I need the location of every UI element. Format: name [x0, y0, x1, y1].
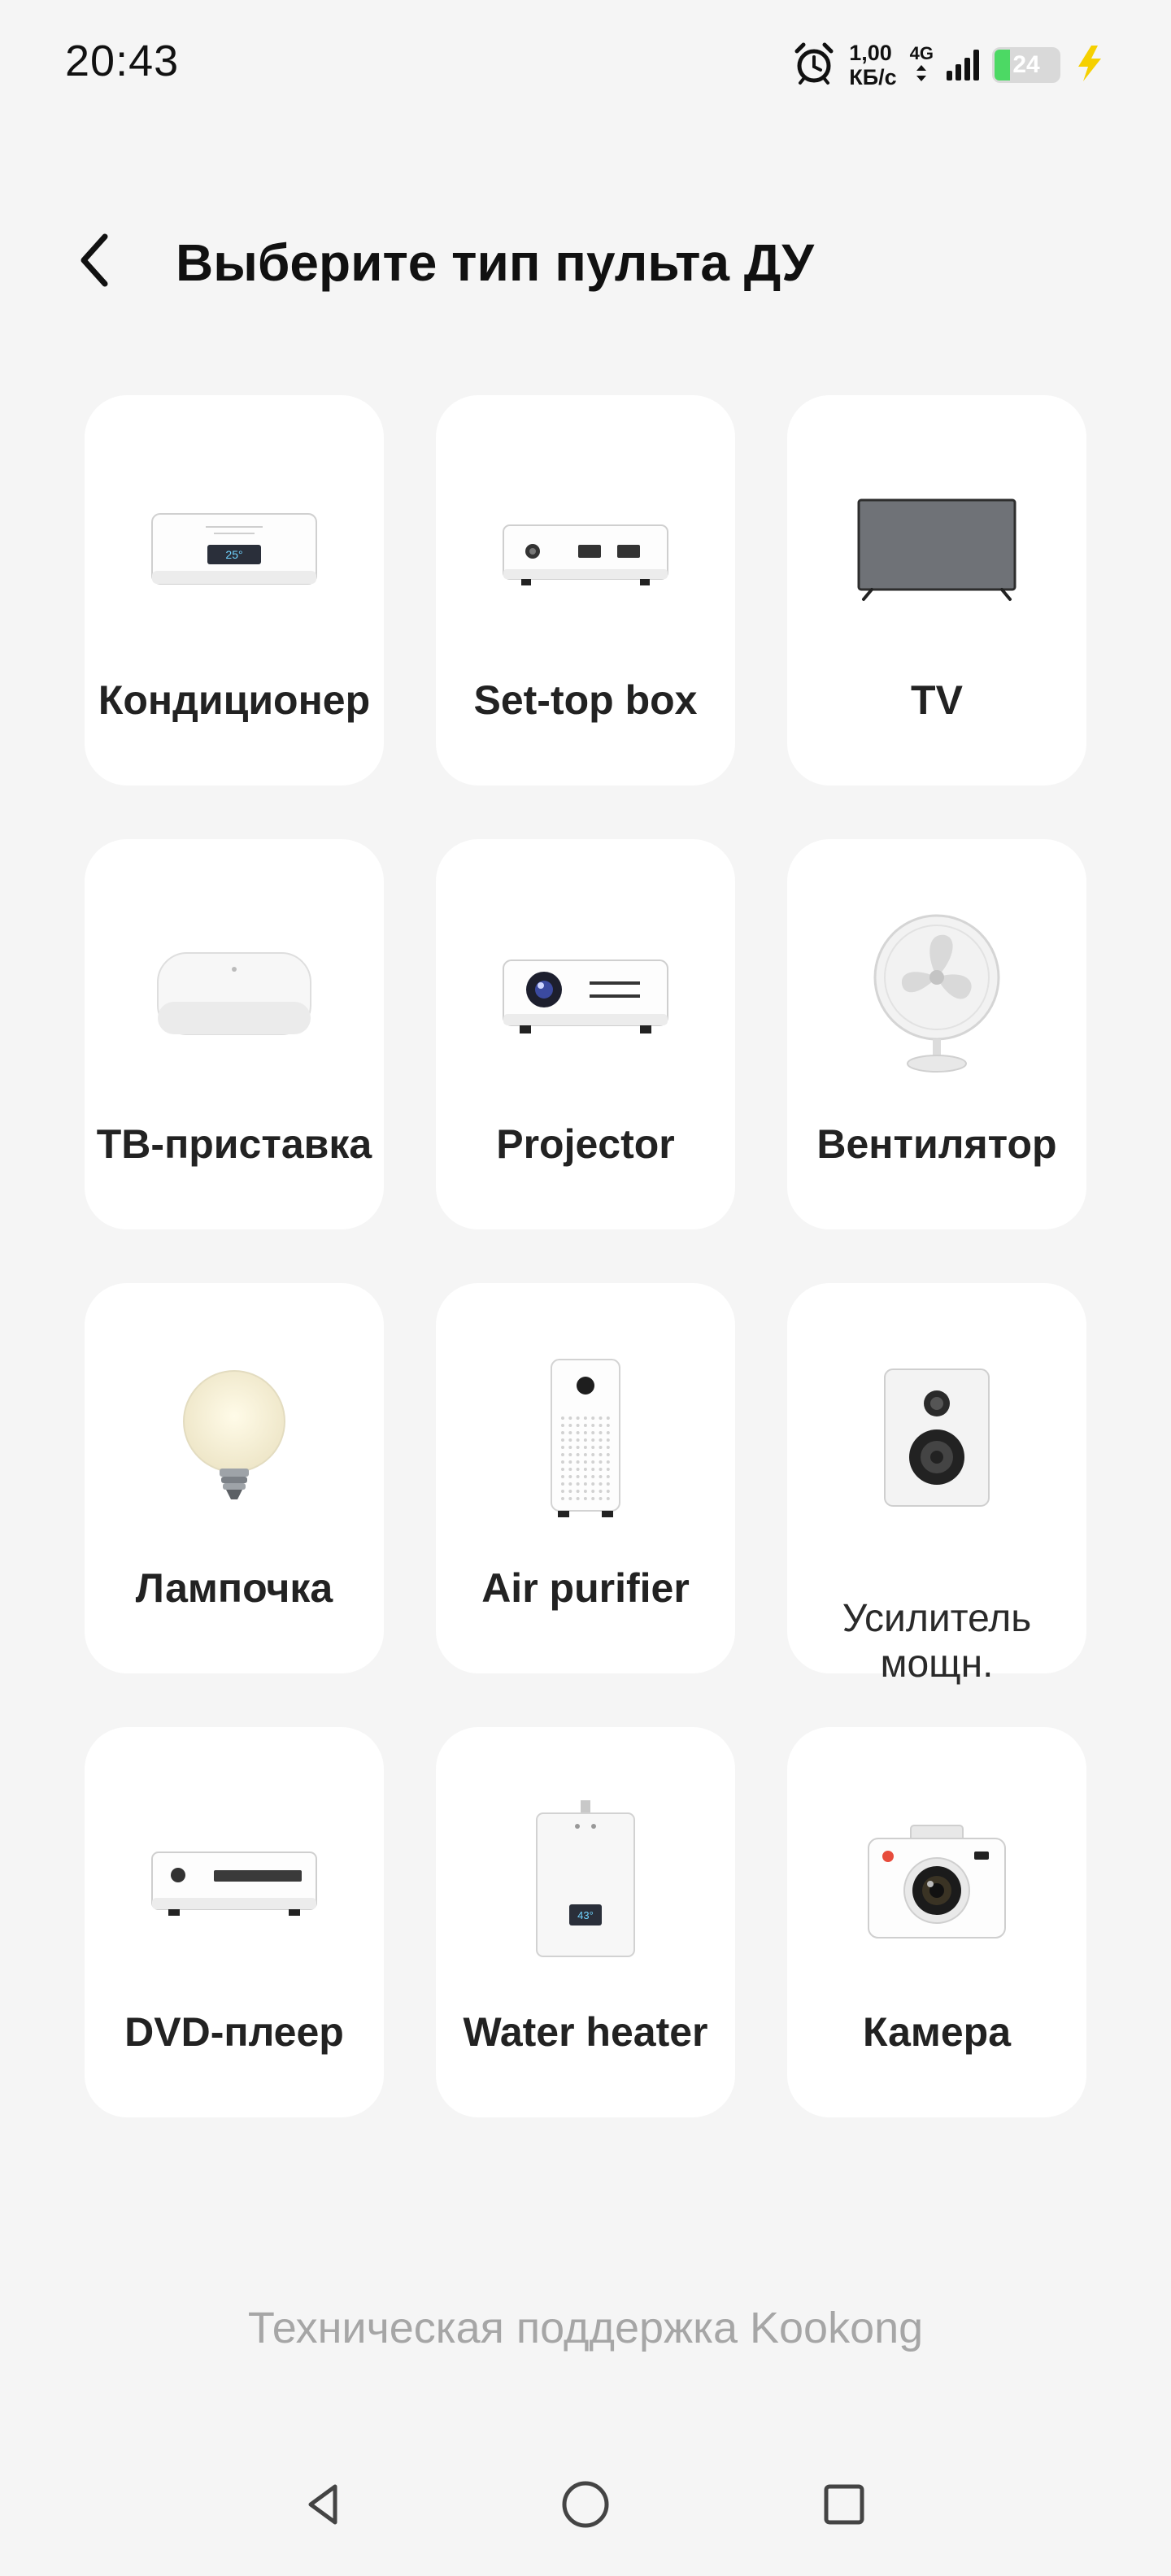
nav-recents-button[interactable]	[812, 2472, 877, 2537]
signal-strength-icon	[947, 50, 979, 80]
triangle-back-icon	[308, 2484, 337, 2525]
speaker-icon	[884, 1368, 990, 1507]
device-card-amplifier[interactable]: Усилитель мощн.	[787, 1283, 1086, 1686]
light-bulb-icon	[183, 1370, 285, 1499]
chevron-left-icon	[81, 233, 108, 287]
speed-unit: КБ/с	[849, 65, 897, 89]
network-type-label: 4G	[909, 43, 934, 63]
device-card-camera[interactable]: Камера	[787, 1727, 1086, 2117]
device-card-tv[interactable]: TV	[787, 395, 1086, 785]
circle-home-icon	[562, 2481, 609, 2528]
dvd-player-icon	[151, 1852, 317, 1916]
system-nav-bar	[0, 2456, 1171, 2553]
air-conditioner-icon: 25°	[151, 513, 317, 585]
device-card-set-top-box[interactable]: Set-top box	[436, 395, 735, 785]
device-label: Камера	[862, 2009, 1012, 2055]
device-label: Кондиционер	[98, 677, 371, 723]
back-button[interactable]	[62, 228, 127, 293]
fan-icon	[873, 914, 1000, 1073]
device-card-air-purifier[interactable]: Air purifier	[436, 1283, 735, 1673]
battery-icon: 24	[992, 47, 1060, 83]
device-label: Вентилятор	[816, 1121, 1057, 1167]
device-card-dvd-player[interactable]: DVD-плеер	[85, 1727, 384, 2117]
network-speed: 1,00 КБ/с	[849, 41, 896, 89]
charging-bolt-icon	[1073, 44, 1106, 87]
device-card-tv-box[interactable]: ТВ-приставка	[85, 839, 384, 1229]
device-card-light-bulb[interactable]: Лампочка	[85, 1283, 384, 1673]
alarm-icon	[792, 41, 836, 89]
device-label: Set-top box	[473, 677, 698, 723]
status-indicators: 1,00 КБ/с 4G 24	[792, 39, 1106, 91]
status-bar: 20:43 1,00 КБ/с 4G 24	[0, 0, 1171, 130]
device-label: Лампочка	[135, 1565, 333, 1611]
battery-fill	[995, 50, 1010, 80]
projector-icon	[503, 959, 668, 1033]
device-card-air-conditioner[interactable]: 25° Кондиционер	[85, 395, 384, 785]
support-link[interactable]: Техническая поддержка Kookong	[0, 2303, 1171, 2353]
device-card-water-heater[interactable]: 43° Water heater	[436, 1727, 735, 2117]
water-heater-icon: 43°	[536, 1800, 635, 1957]
nav-back-button[interactable]	[291, 2472, 356, 2537]
header: Выберите тип пульта ДУ	[0, 211, 1171, 309]
page-title: Выберите тип пульта ДУ	[176, 233, 814, 292]
air-purifier-icon	[551, 1359, 620, 1517]
device-card-projector[interactable]: Projector	[436, 839, 735, 1229]
device-label: Усилитель мощн.	[842, 1597, 1032, 1686]
square-recents-icon	[824, 2484, 864, 2525]
status-time: 20:43	[65, 37, 180, 85]
network-type: 4G	[910, 43, 934, 87]
device-type-grid: 25° Кондиционер Set-top box TV ТВ-приста…	[85, 395, 1086, 2117]
battery-level: 24	[1012, 51, 1040, 78]
tv-box-icon	[157, 952, 311, 1035]
device-label: DVD-плеер	[124, 2009, 344, 2055]
device-label: Air purifier	[481, 1565, 690, 1611]
speed-value: 1,00	[849, 41, 892, 65]
tv-icon	[857, 498, 1016, 601]
set-top-box-icon	[503, 524, 668, 585]
camera-icon	[868, 1825, 1006, 1939]
ac-temp-readout: 25°	[225, 548, 242, 561]
device-label: ТВ-приставка	[96, 1121, 372, 1167]
device-label: Projector	[496, 1121, 675, 1167]
heater-temp-readout: 43°	[577, 1909, 594, 1921]
nav-home-button[interactable]	[553, 2472, 618, 2537]
device-label: TV	[911, 677, 963, 723]
data-arrows-icon	[915, 64, 928, 87]
device-card-fan[interactable]: Вентилятор	[787, 839, 1086, 1229]
device-label: Water heater	[463, 2009, 708, 2055]
